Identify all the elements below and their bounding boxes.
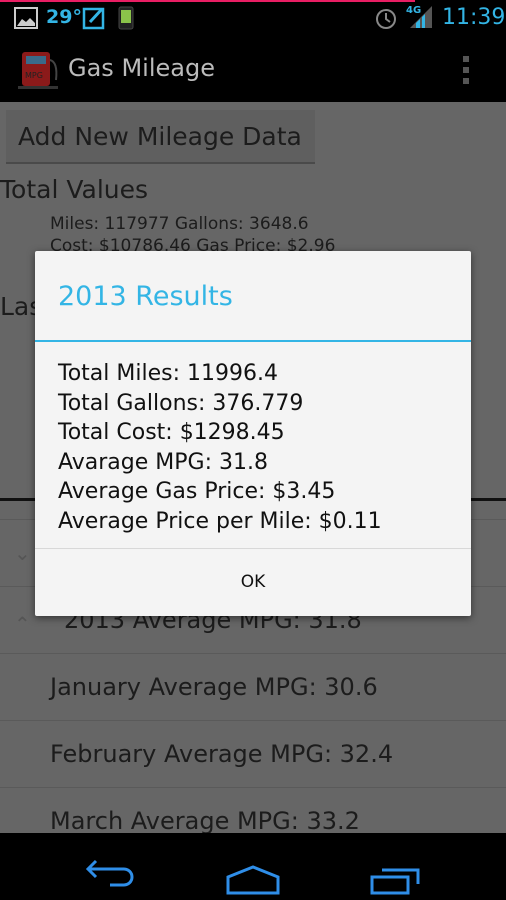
chevron-down-icon: ⌄ — [14, 541, 31, 565]
average-gas-price: Average Gas Price: $3.45 — [58, 479, 336, 504]
results-dialog: 2013 Results Total Miles: 11996.4 Total … — [35, 251, 471, 616]
home-icon[interactable] — [226, 865, 280, 895]
action-bar: MPG Gas Mileage — [0, 38, 506, 102]
recent-apps-icon[interactable] — [370, 867, 422, 897]
edit-icon — [82, 7, 105, 30]
totals-heading: Total Values — [0, 175, 149, 204]
average-price-per-mile: Average Price per Mile: $0.11 — [58, 508, 382, 534]
navigation-bar — [0, 833, 506, 900]
title-divider — [35, 340, 471, 342]
app-title: Gas Mileage — [68, 54, 215, 82]
ok-button[interactable]: OK — [35, 549, 471, 616]
alarm-icon — [376, 9, 396, 29]
list-item-january[interactable]: January Average MPG: 30.6 — [0, 653, 506, 719]
gas-pump-app-icon[interactable]: MPG — [18, 50, 62, 90]
clock: 11:39 — [442, 5, 506, 30]
gallery-icon — [14, 7, 38, 29]
total-miles: Total Miles: 11996.4 — [58, 361, 278, 386]
list-item-february[interactable]: February Average MPG: 32.4 — [0, 720, 506, 786]
dialog-title: 2013 Results — [58, 281, 233, 312]
overflow-menu-icon[interactable] — [460, 54, 472, 86]
totals-line-1: Miles: 117977 Gallons: 3648.6 — [50, 214, 309, 234]
list-item-march[interactable]: March Average MPG: 33.2 — [0, 787, 506, 833]
status-progress-line — [0, 0, 415, 2]
back-icon[interactable] — [86, 857, 138, 897]
battery-device-icon — [118, 6, 134, 30]
total-cost: Total Cost: $1298.45 — [58, 420, 285, 445]
status-bar: 29° 4G 11:39 — [0, 0, 506, 38]
app-icon-text: MPG — [25, 71, 43, 80]
chevron-up-icon: ⌃ — [14, 612, 31, 636]
weather-temperature: 29° — [46, 6, 82, 28]
total-gallons: Total Gallons: 376.779 — [58, 390, 304, 416]
signal-icon — [410, 6, 432, 28]
average-mpg: Avarage MPG: 31.8 — [58, 449, 268, 475]
add-mileage-button[interactable]: Add New Mileage Data — [6, 110, 315, 164]
